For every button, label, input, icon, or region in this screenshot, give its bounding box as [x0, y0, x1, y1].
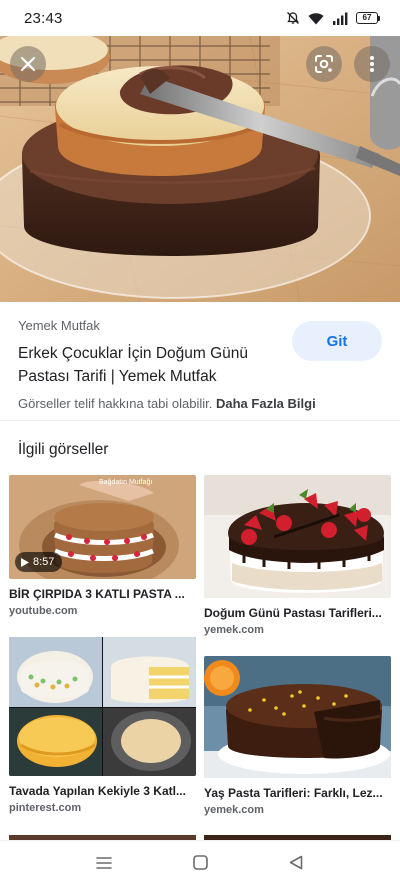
video-duration: 8:57 — [33, 556, 55, 568]
video-watermark: Bağdatın Mutfağı — [99, 479, 152, 486]
status-icons: 67 — [286, 11, 380, 25]
video-duration-badge: 8:57 — [15, 552, 63, 572]
signal-icon — [332, 12, 348, 25]
more-options-button[interactable] — [354, 46, 390, 82]
home-button[interactable] — [190, 855, 210, 875]
copyright-text: Görseller telif hakkına tabi olabilir. — [18, 396, 213, 411]
system-nav-bar — [0, 840, 400, 888]
related-item-3[interactable]: Tavada Yapılan Kekiyle 3 Katl... pintere… — [9, 637, 196, 814]
learn-more-link[interactable]: Daha Fazla Bilgi — [216, 396, 316, 411]
related-item-title[interactable]: Doğum Günü Pastası Tarifleri... — [204, 606, 391, 620]
source-name[interactable]: Yemek Mutfak — [18, 318, 100, 333]
play-icon — [21, 557, 29, 567]
related-thumbnail[interactable]: Bağdatın Mutfağı 8:57 — [9, 475, 196, 579]
close-icon — [20, 56, 36, 72]
result-title[interactable]: Erkek Çocuklar İçin Doğum Günü Pastası T… — [18, 342, 280, 388]
related-item-source: pinterest.com — [9, 802, 82, 814]
status-bar: 23:43 67 — [0, 0, 400, 36]
google-lens-icon — [314, 54, 334, 74]
related-item-source: youtube.com — [9, 605, 78, 617]
related-item-title[interactable]: Tavada Yapılan Kekiyle 3 Katl... — [9, 784, 196, 798]
menu-icon — [96, 856, 112, 875]
related-thumbnail[interactable] — [9, 637, 196, 776]
related-thumbnail[interactable] — [204, 475, 391, 598]
related-item-source: yemek.com — [204, 624, 264, 636]
visit-button[interactable]: Git — [292, 321, 382, 361]
related-thumbnail[interactable] — [204, 656, 391, 778]
mute-icon — [286, 11, 300, 25]
back-triangle-icon — [289, 855, 303, 875]
close-button[interactable] — [10, 46, 46, 82]
back-button[interactable] — [286, 855, 306, 875]
copyright-notice: Görseller telif hakkına tabi olabilir. D… — [18, 396, 316, 411]
battery-tip — [378, 15, 380, 21]
related-item-title[interactable]: Yaş Pasta Tarifleri: Farklı, Lez... — [204, 786, 391, 800]
related-item-source: yemek.com — [204, 804, 264, 816]
recents-button[interactable] — [94, 855, 114, 875]
wifi-icon — [308, 12, 324, 25]
related-item-2[interactable]: Doğum Günü Pastası Tarifleri... yemek.co… — [204, 475, 391, 636]
cake-photo — [0, 36, 400, 302]
related-images-heading: İlgili görseller — [18, 441, 109, 458]
result-info: Yemek Mutfak Erkek Çocuklar İçin Doğum G… — [0, 302, 400, 420]
battery-level: 67 — [356, 12, 378, 24]
strawberry-cake-image — [204, 475, 391, 598]
status-time: 23:43 — [24, 9, 63, 27]
more-vert-icon — [369, 55, 375, 73]
pan-cake-collage-image — [9, 637, 196, 776]
home-square-icon — [192, 855, 208, 875]
related-item-4[interactable]: Yaş Pasta Tarifleri: Farklı, Lez... yeme… — [204, 656, 391, 816]
google-lens-button[interactable] — [306, 46, 342, 82]
main-image[interactable] — [0, 36, 400, 302]
chocolate-cake-image — [204, 656, 391, 778]
related-item-title[interactable]: BİR ÇIRPIDA 3 KATLI PASTA ... — [9, 587, 196, 601]
battery-icon: 67 — [356, 12, 380, 24]
related-item-1[interactable]: Bağdatın Mutfağı 8:57 BİR ÇIRPIDA 3 KATL… — [9, 475, 196, 617]
divider — [0, 420, 400, 421]
